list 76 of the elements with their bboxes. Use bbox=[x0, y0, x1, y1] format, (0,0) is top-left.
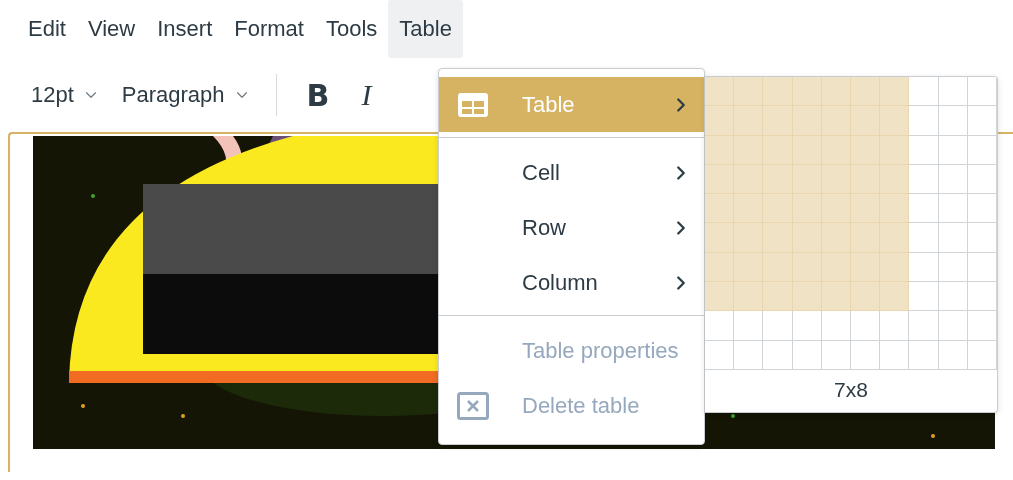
grid-cell[interactable] bbox=[880, 311, 910, 341]
grid-cell[interactable] bbox=[967, 194, 997, 224]
font-size-dropdown[interactable]: 12pt bbox=[20, 76, 111, 114]
grid-cell[interactable] bbox=[705, 340, 735, 370]
grid-cell[interactable] bbox=[734, 282, 764, 312]
menu-item[interactable]: Insert bbox=[146, 0, 224, 58]
grid-cell[interactable] bbox=[909, 311, 939, 341]
size-label: 7x8 bbox=[833, 376, 869, 403]
grid-cell[interactable] bbox=[967, 223, 997, 253]
grid-cell[interactable] bbox=[880, 282, 910, 312]
grid-cell[interactable] bbox=[909, 77, 939, 107]
menu-item[interactable]: Tools bbox=[314, 0, 389, 58]
grid-cell[interactable] bbox=[880, 77, 910, 107]
grid-cell[interactable] bbox=[909, 194, 939, 224]
grid-cell[interactable] bbox=[880, 194, 910, 224]
grid-cell[interactable] bbox=[967, 282, 997, 312]
grid-cell[interactable] bbox=[851, 77, 881, 107]
grid-cell[interactable] bbox=[909, 164, 939, 195]
grid-cell[interactable] bbox=[938, 77, 968, 107]
grid-cell[interactable] bbox=[705, 282, 735, 312]
grid-cell[interactable] bbox=[880, 135, 910, 165]
grid-cell[interactable] bbox=[763, 282, 793, 312]
grid-cell[interactable] bbox=[821, 282, 851, 312]
grid-cell[interactable] bbox=[821, 311, 851, 341]
menu-option[interactable]: Row bbox=[439, 200, 704, 255]
grid-cell[interactable] bbox=[967, 311, 997, 341]
grid-cell[interactable] bbox=[705, 164, 735, 195]
grid-cell[interactable] bbox=[792, 77, 822, 107]
grid-cell[interactable] bbox=[967, 106, 997, 136]
grid-cell[interactable] bbox=[705, 77, 735, 107]
grid-cell[interactable] bbox=[705, 252, 735, 283]
block-format-dropdown[interactable]: Paragraph bbox=[110, 76, 262, 114]
grid-cell[interactable] bbox=[938, 106, 968, 136]
grid-cell[interactable] bbox=[967, 77, 997, 107]
grid-cell[interactable] bbox=[938, 194, 968, 224]
grid-cell[interactable] bbox=[792, 311, 822, 341]
grid-cell[interactable] bbox=[909, 135, 939, 165]
grid-cell[interactable] bbox=[705, 106, 735, 136]
grid-cell[interactable] bbox=[851, 311, 881, 341]
grid-cell[interactable] bbox=[734, 77, 764, 107]
menu-item[interactable]: Format bbox=[223, 0, 315, 58]
grid-cell[interactable] bbox=[705, 194, 735, 224]
grid-cell[interactable] bbox=[734, 311, 764, 341]
grid-cell[interactable] bbox=[763, 340, 793, 370]
grid-cell[interactable] bbox=[938, 282, 968, 312]
grid-cell[interactable] bbox=[851, 340, 881, 370]
bold-button[interactable]: B bbox=[290, 73, 346, 117]
grid-cell[interactable] bbox=[705, 135, 735, 165]
grid-cell[interactable] bbox=[880, 223, 910, 253]
menu-item[interactable]: Edit bbox=[17, 0, 77, 58]
grid-cell[interactable] bbox=[909, 340, 939, 370]
grid-cell[interactable] bbox=[880, 164, 910, 195]
grid-cell[interactable] bbox=[880, 106, 910, 136]
grid-cell[interactable] bbox=[909, 252, 939, 283]
grid-cell[interactable] bbox=[705, 311, 735, 341]
grid-cell[interactable] bbox=[763, 311, 793, 341]
grid-cell[interactable] bbox=[734, 340, 764, 370]
grid-cell[interactable] bbox=[880, 252, 910, 283]
grid-cell[interactable] bbox=[938, 311, 968, 341]
grid-cell[interactable] bbox=[938, 223, 968, 253]
menu-option[interactable]: Cell bbox=[439, 145, 704, 200]
grid-cell[interactable] bbox=[909, 106, 939, 136]
grid-cell[interactable] bbox=[880, 340, 910, 370]
italic-button[interactable]: I bbox=[345, 74, 388, 116]
grid-cell[interactable] bbox=[909, 282, 939, 312]
grid-cell[interactable] bbox=[909, 223, 939, 253]
table-icon bbox=[457, 91, 489, 118]
menu-option[interactable]: Column bbox=[439, 255, 704, 310]
delete-table-icon bbox=[457, 391, 489, 420]
grid-cell[interactable] bbox=[792, 282, 822, 312]
grid-cell[interactable] bbox=[821, 77, 851, 107]
grid-cell[interactable] bbox=[763, 77, 793, 107]
grid-cell[interactable] bbox=[851, 282, 881, 312]
grid-cell[interactable] bbox=[705, 223, 735, 253]
menu-item[interactable]: Table bbox=[388, 0, 463, 58]
menu-item[interactable]: View bbox=[76, 0, 147, 58]
